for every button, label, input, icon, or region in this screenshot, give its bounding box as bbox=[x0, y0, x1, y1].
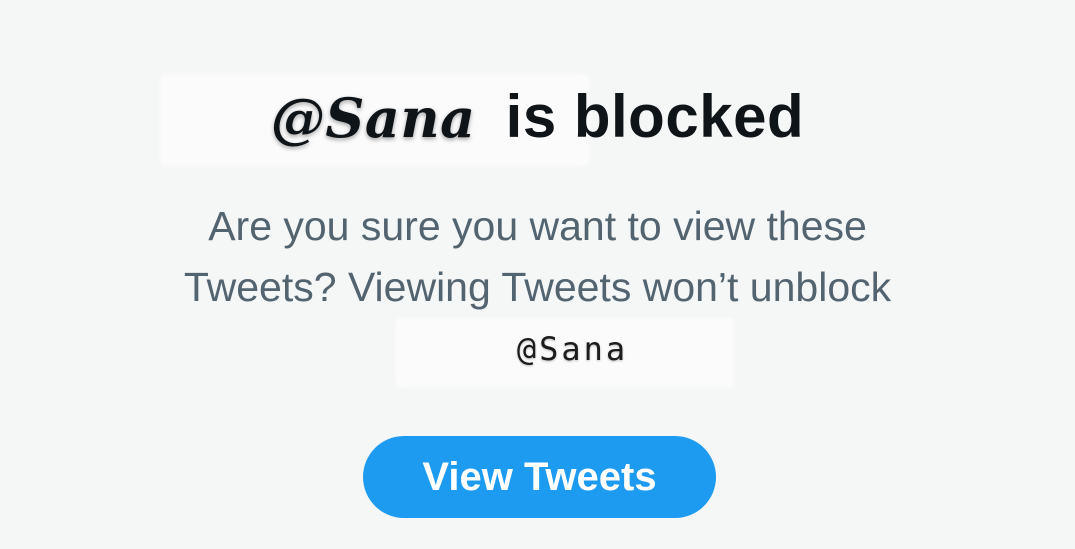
message-handle: @Sana bbox=[516, 330, 629, 368]
page-title: @Sana is blocked bbox=[0, 82, 1075, 151]
message-line: Are you sure you want to view these bbox=[208, 203, 867, 249]
blocked-suffix: is blocked bbox=[505, 83, 805, 150]
view-tweets-button[interactable]: View Tweets bbox=[363, 436, 716, 518]
blocked-account-panel: @Sana is blocked Are you sure you want to… bbox=[0, 0, 1075, 549]
blocked-handle: @Sana bbox=[270, 86, 476, 150]
message-line: Tweets? Viewing Tweets won’t unblock bbox=[183, 264, 892, 310]
confirmation-message: Are you sure you want to view these Twee… bbox=[0, 196, 1075, 318]
